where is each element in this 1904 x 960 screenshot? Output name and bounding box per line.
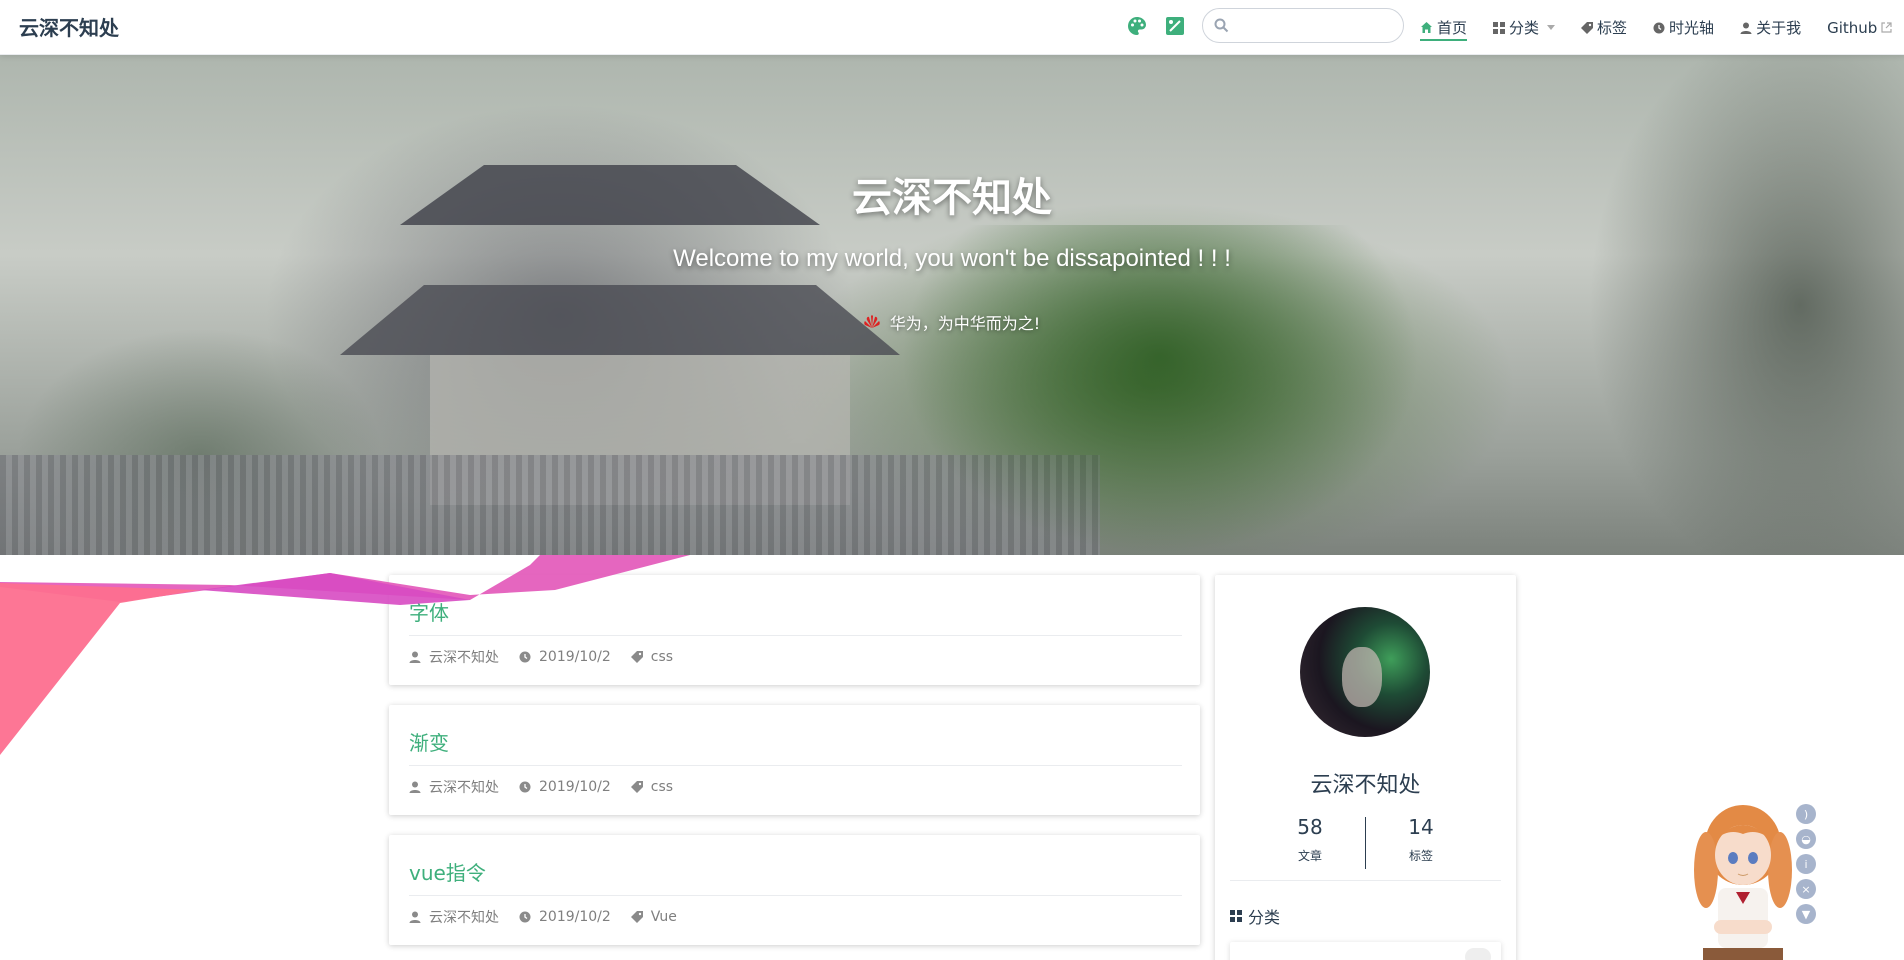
post-tag[interactable]: css	[630, 779, 674, 795]
stat-number: 14	[1408, 815, 1434, 839]
theme-mode-icon[interactable]	[1163, 14, 1187, 38]
user-icon	[1740, 22, 1752, 34]
nav-item-timeline[interactable]: 时光轴	[1653, 0, 1714, 55]
chevron-down-icon	[1547, 25, 1556, 30]
live2d-mascot[interactable]	[1688, 800, 1798, 960]
post-meta: 云深不知处 2019/10/2 css	[409, 777, 693, 797]
nav-item-label: 标签	[1597, 19, 1628, 37]
post-date-text: 2019/10/2	[539, 909, 611, 925]
clock-icon	[519, 781, 531, 793]
profile-name: 云深不知处	[1310, 773, 1421, 798]
nav-item-label: Github	[1827, 18, 1878, 37]
hero-motto: 华为，为中华而为之!	[0, 310, 1904, 334]
clock-icon	[519, 651, 531, 663]
post-tag[interactable]: Vue	[630, 909, 677, 925]
post-meta: 云深不知处 2019/10/2 css	[409, 647, 693, 667]
tag-icon	[1581, 21, 1594, 34]
stat-label: 标签	[1408, 849, 1433, 863]
post-tag-text: css	[650, 779, 674, 795]
divider	[409, 635, 1182, 636]
category-heading-label: 分类	[1248, 908, 1281, 927]
nav-item-about[interactable]: 关于我	[1740, 0, 1801, 55]
nav-links: 首页 分类 标签 时光轴 关于我 Github	[1420, 0, 1896, 55]
site-name[interactable]: 云深不知处	[19, 12, 119, 41]
clock-icon	[1653, 22, 1665, 33]
nav-item-label: 首页	[1437, 19, 1468, 37]
post-card: 渐变 云深不知处 2019/10/2 css	[389, 705, 1200, 815]
bowl-icon[interactable]: ◒	[1796, 829, 1816, 849]
post-title[interactable]: 字体	[409, 597, 449, 626]
category-count-badge	[1465, 948, 1491, 960]
avatar	[1300, 607, 1430, 737]
navbar: 云深不知处 首页 分类 标签 时光轴 关于我 Github	[0, 0, 1904, 55]
close-icon[interactable]: ×	[1796, 879, 1816, 899]
nav-item-tags[interactable]: 标签	[1581, 0, 1627, 55]
shirt-icon[interactable]: ▼	[1796, 904, 1816, 924]
nav-item-label: 时光轴	[1669, 19, 1715, 37]
rss-icon[interactable]: )	[1796, 804, 1816, 824]
search-box	[1202, 8, 1404, 43]
huawei-logo-icon	[864, 315, 880, 328]
search-input[interactable]	[1237, 15, 1395, 37]
post-date: 2019/10/2	[519, 779, 611, 795]
post-list: 字体 云深不知处 2019/10/2 css 渐变 云深不知处 2019/10/…	[389, 575, 1200, 960]
post-meta: 云深不知处 2019/10/2 Vue	[409, 907, 697, 927]
category-heading: 分类	[1230, 904, 1280, 928]
hero-motto-text: 华为，为中华而为之!	[889, 314, 1041, 333]
divider	[1230, 880, 1501, 881]
post-tag-text: css	[650, 649, 674, 665]
profile-stats: 58 文章 14 标签	[1215, 815, 1516, 875]
external-link-icon	[1881, 22, 1892, 33]
post-author-name: 云深不知处	[429, 650, 499, 666]
hero-title: 云深不知处	[852, 175, 1052, 221]
category-item[interactable]	[1230, 942, 1501, 960]
stat-number: 58	[1297, 815, 1323, 839]
search-icon	[1214, 18, 1229, 33]
stat-tags[interactable]: 14 标签	[1366, 815, 1476, 875]
tag-icon	[630, 781, 643, 793]
post-title[interactable]: 渐变	[409, 727, 449, 756]
divider	[409, 895, 1182, 896]
grid-icon	[1493, 21, 1506, 34]
post-author: 云深不知处	[409, 777, 499, 797]
post-date: 2019/10/2	[519, 649, 611, 665]
post-date-text: 2019/10/2	[539, 649, 611, 665]
post-tag-text: Vue	[650, 909, 677, 925]
tag-icon	[630, 911, 643, 923]
post-date: 2019/10/2	[519, 909, 611, 925]
post-tag[interactable]: css	[630, 649, 674, 665]
stat-label: 文章	[1297, 849, 1322, 863]
post-author: 云深不知处	[409, 907, 499, 927]
nav-item-github[interactable]: Github	[1827, 0, 1896, 55]
post-title[interactable]: vue指令	[409, 857, 486, 886]
nav-item-categories[interactable]: 分类	[1493, 0, 1556, 55]
tag-icon	[630, 651, 643, 663]
grid-icon	[1230, 910, 1242, 922]
hero-banner: 云深不知处 Welcome to my world, you won't be …	[0, 55, 1904, 555]
post-author-name: 云深不知处	[429, 780, 499, 796]
post-date-text: 2019/10/2	[539, 779, 611, 795]
user-icon	[409, 651, 421, 663]
stat-articles[interactable]: 58 文章	[1255, 815, 1365, 875]
post-card: vue指令 云深不知处 2019/10/2 Vue	[389, 835, 1200, 945]
post-author: 云深不知处	[409, 647, 499, 667]
user-icon	[409, 911, 421, 923]
clock-icon	[519, 911, 531, 923]
mascot-toolbar: ) ◒ i × ▼	[1796, 804, 1820, 929]
user-icon	[409, 781, 421, 793]
info-icon[interactable]: i	[1796, 854, 1816, 874]
post-card: 字体 云深不知处 2019/10/2 css	[389, 575, 1200, 685]
hero-pine-tree	[900, 225, 1420, 555]
nav-item-label: 分类	[1509, 19, 1540, 37]
nav-item-label: 关于我	[1756, 19, 1802, 37]
profile-card: 云深不知处 58 文章 14 标签 分类	[1215, 575, 1516, 960]
nav-item-home[interactable]: 首页	[1420, 0, 1468, 55]
post-author-name: 云深不知处	[429, 910, 499, 926]
hero-description: Welcome to my world, you won't be dissap…	[673, 245, 1231, 272]
palette-icon[interactable]	[1125, 14, 1149, 38]
home-icon	[1421, 22, 1432, 33]
divider	[409, 765, 1182, 766]
